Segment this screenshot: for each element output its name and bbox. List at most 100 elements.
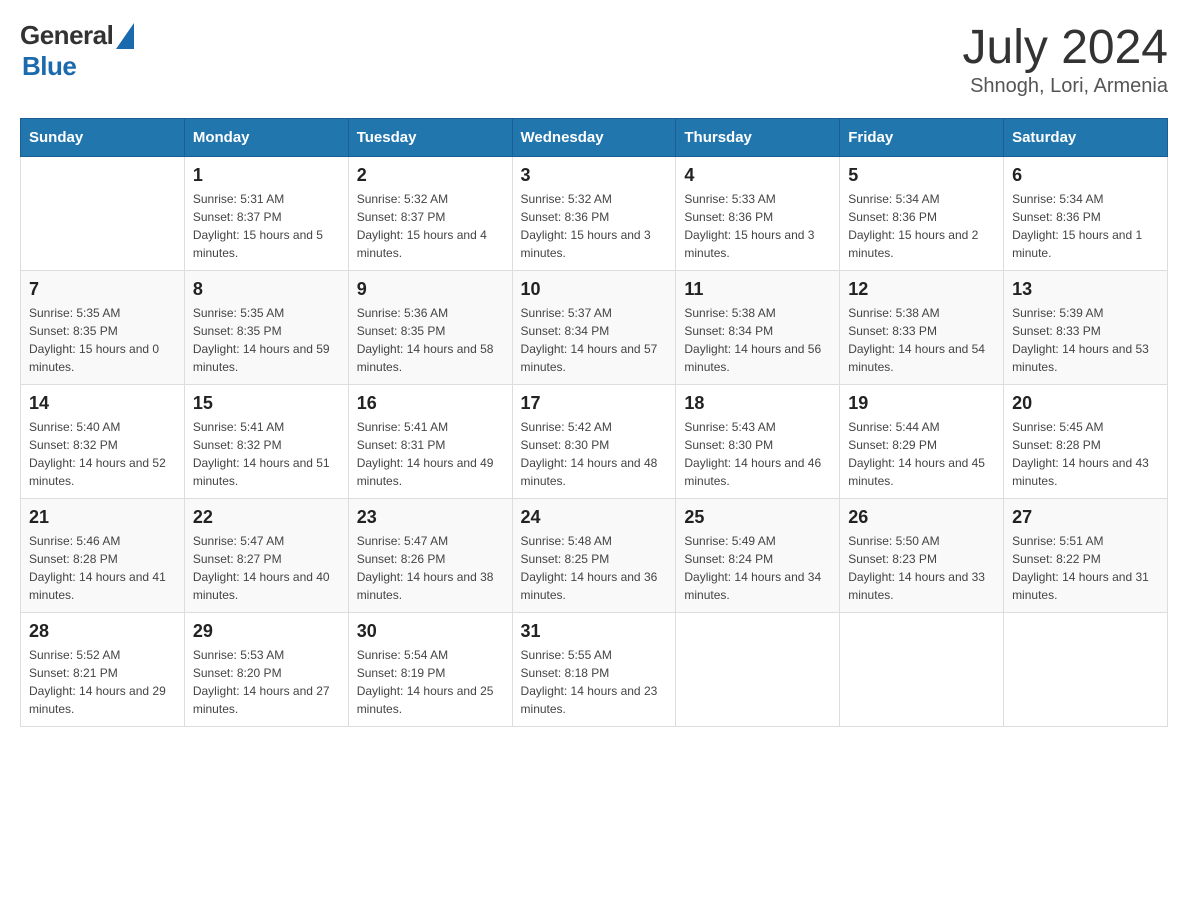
day-number: 28 <box>29 621 176 642</box>
day-info: Sunrise: 5:54 AMSunset: 8:19 PMDaylight:… <box>357 646 504 718</box>
calendar-cell: 31 Sunrise: 5:55 AMSunset: 8:18 PMDayligh… <box>512 613 676 727</box>
day-number: 31 <box>521 621 668 642</box>
day-number: 18 <box>684 393 831 414</box>
day-number: 4 <box>684 165 831 186</box>
day-info: Sunrise: 5:47 AMSunset: 8:27 PMDaylight:… <box>193 532 340 604</box>
title-section: July 2024 Shnogh, Lori, Armenia <box>963 20 1168 98</box>
calendar-cell: 28Sunrise: 5:52 AMSunset: 8:21 PMDayligh… <box>21 613 185 727</box>
calendar-cell: 16 Sunrise: 5:41 AMSunset: 8:31 PMDayligh… <box>348 385 512 499</box>
day-info: Sunrise: 5:31 AMSunset: 8:37 PMDaylight:… <box>193 190 340 262</box>
logo-general-text: General <box>20 20 113 51</box>
day-info: Sunrise: 5:34 AMSunset: 8:36 PMDaylight:… <box>1012 190 1159 262</box>
calendar-cell: 1 Sunrise: 5:31 AMSunset: 8:37 PMDaylight… <box>184 157 348 271</box>
day-number: 2 <box>357 165 504 186</box>
calendar-week-row: 7Sunrise: 5:35 AMSunset: 8:35 PMDaylight… <box>21 271 1168 385</box>
calendar-cell: 21 Sunrise: 5:46 AMSunset: 8:28 PMDayligh… <box>21 499 185 613</box>
calendar-cell: 6 Sunrise: 5:34 AMSunset: 8:36 PMDaylight… <box>1004 157 1168 271</box>
day-info: Sunrise: 5:38 AMSunset: 8:34 PMDaylight:… <box>684 304 831 376</box>
day-info: Sunrise: 5:36 AMSunset: 8:35 PMDaylight:… <box>357 304 504 376</box>
calendar-cell: 15 Sunrise: 5:41 AMSunset: 8:32 PMDayligh… <box>184 385 348 499</box>
calendar-cell: 4 Sunrise: 5:33 AMSunset: 8:36 PMDaylight… <box>676 157 840 271</box>
calendar-cell: 23 Sunrise: 5:47 AMSunset: 8:26 PMDayligh… <box>348 499 512 613</box>
day-info: Sunrise: 5:37 AMSunset: 8:34 PMDaylight:… <box>521 304 668 376</box>
day-number: 27 <box>1012 507 1159 528</box>
calendar-cell <box>676 613 840 727</box>
logo-blue-text: Blue <box>22 51 76 82</box>
calendar-header-row: SundayMondayTuesdayWednesdayThursdayFrid… <box>21 119 1168 157</box>
day-info: Sunrise: 5:43 AMSunset: 8:30 PMDaylight:… <box>684 418 831 490</box>
day-number: 16 <box>357 393 504 414</box>
calendar-day-header: Saturday <box>1004 119 1168 157</box>
calendar-day-header: Sunday <box>21 119 185 157</box>
location-title: Shnogh, Lori, Armenia <box>963 75 1168 98</box>
calendar-cell: 26 Sunrise: 5:50 AMSunset: 8:23 PMDayligh… <box>840 499 1004 613</box>
day-number: 29 <box>193 621 340 642</box>
calendar-week-row: 28Sunrise: 5:52 AMSunset: 8:21 PMDayligh… <box>21 613 1168 727</box>
calendar-cell: 13 Sunrise: 5:39 AMSunset: 8:33 PMDayligh… <box>1004 271 1168 385</box>
day-info: Sunrise: 5:53 AMSunset: 8:20 PMDaylight:… <box>193 646 340 718</box>
day-number: 20 <box>1012 393 1159 414</box>
day-number: 8 <box>193 279 340 300</box>
logo: General Blue <box>20 20 134 82</box>
calendar-cell: 10 Sunrise: 5:37 AMSunset: 8:34 PMDayligh… <box>512 271 676 385</box>
calendar-cell: 11Sunrise: 5:38 AMSunset: 8:34 PMDayligh… <box>676 271 840 385</box>
calendar-day-header: Friday <box>840 119 1004 157</box>
calendar-day-header: Wednesday <box>512 119 676 157</box>
day-info: Sunrise: 5:49 AMSunset: 8:24 PMDaylight:… <box>684 532 831 604</box>
day-info: Sunrise: 5:32 AMSunset: 8:37 PMDaylight:… <box>357 190 504 262</box>
calendar-cell <box>840 613 1004 727</box>
calendar-cell: 12 Sunrise: 5:38 AMSunset: 8:33 PMDayligh… <box>840 271 1004 385</box>
calendar-cell: 29 Sunrise: 5:53 AMSunset: 8:20 PMDayligh… <box>184 613 348 727</box>
day-number: 22 <box>193 507 340 528</box>
day-number: 30 <box>357 621 504 642</box>
day-number: 5 <box>848 165 995 186</box>
calendar-cell: 19Sunrise: 5:44 AMSunset: 8:29 PMDayligh… <box>840 385 1004 499</box>
day-number: 7 <box>29 279 176 300</box>
month-title: July 2024 <box>963 20 1168 75</box>
day-number: 14 <box>29 393 176 414</box>
day-info: Sunrise: 5:48 AMSunset: 8:25 PMDaylight:… <box>521 532 668 604</box>
day-info: Sunrise: 5:51 AMSunset: 8:22 PMDaylight:… <box>1012 532 1159 604</box>
calendar-cell: 30 Sunrise: 5:54 AMSunset: 8:19 PMDayligh… <box>348 613 512 727</box>
day-info: Sunrise: 5:46 AMSunset: 8:28 PMDaylight:… <box>29 532 176 604</box>
day-number: 15 <box>193 393 340 414</box>
calendar-cell <box>1004 613 1168 727</box>
calendar-cell: 17Sunrise: 5:42 AMSunset: 8:30 PMDayligh… <box>512 385 676 499</box>
calendar-week-row: 1 Sunrise: 5:31 AMSunset: 8:37 PMDaylight… <box>21 157 1168 271</box>
day-number: 6 <box>1012 165 1159 186</box>
day-number: 10 <box>521 279 668 300</box>
day-info: Sunrise: 5:44 AMSunset: 8:29 PMDaylight:… <box>848 418 995 490</box>
day-info: Sunrise: 5:39 AMSunset: 8:33 PMDaylight:… <box>1012 304 1159 376</box>
calendar-table: SundayMondayTuesdayWednesdayThursdayFrid… <box>20 118 1168 727</box>
day-info: Sunrise: 5:47 AMSunset: 8:26 PMDaylight:… <box>357 532 504 604</box>
day-number: 26 <box>848 507 995 528</box>
logo-triangle-icon <box>116 23 134 49</box>
day-number: 3 <box>521 165 668 186</box>
calendar-day-header: Monday <box>184 119 348 157</box>
day-info: Sunrise: 5:50 AMSunset: 8:23 PMDaylight:… <box>848 532 995 604</box>
calendar-cell <box>21 157 185 271</box>
calendar-cell: 25 Sunrise: 5:49 AMSunset: 8:24 PMDayligh… <box>676 499 840 613</box>
calendar-week-row: 21 Sunrise: 5:46 AMSunset: 8:28 PMDayligh… <box>21 499 1168 613</box>
day-info: Sunrise: 5:33 AMSunset: 8:36 PMDaylight:… <box>684 190 831 262</box>
calendar-cell: 18 Sunrise: 5:43 AMSunset: 8:30 PMDayligh… <box>676 385 840 499</box>
day-info: Sunrise: 5:45 AMSunset: 8:28 PMDaylight:… <box>1012 418 1159 490</box>
calendar-cell: 3 Sunrise: 5:32 AMSunset: 8:36 PMDaylight… <box>512 157 676 271</box>
day-number: 12 <box>848 279 995 300</box>
day-info: Sunrise: 5:55 AMSunset: 8:18 PMDaylight:… <box>521 646 668 718</box>
calendar-cell: 8Sunrise: 5:35 AMSunset: 8:35 PMDaylight… <box>184 271 348 385</box>
calendar-cell: 7Sunrise: 5:35 AMSunset: 8:35 PMDaylight… <box>21 271 185 385</box>
calendar-day-header: Thursday <box>676 119 840 157</box>
calendar-cell: 5Sunrise: 5:34 AMSunset: 8:36 PMDaylight… <box>840 157 1004 271</box>
day-info: Sunrise: 5:38 AMSunset: 8:33 PMDaylight:… <box>848 304 995 376</box>
day-number: 13 <box>1012 279 1159 300</box>
page-header: General Blue July 2024 Shnogh, Lori, Arm… <box>20 20 1168 98</box>
day-number: 25 <box>684 507 831 528</box>
day-number: 21 <box>29 507 176 528</box>
day-info: Sunrise: 5:40 AMSunset: 8:32 PMDaylight:… <box>29 418 176 490</box>
day-info: Sunrise: 5:41 AMSunset: 8:32 PMDaylight:… <box>193 418 340 490</box>
day-number: 1 <box>193 165 340 186</box>
day-info: Sunrise: 5:32 AMSunset: 8:36 PMDaylight:… <box>521 190 668 262</box>
day-number: 23 <box>357 507 504 528</box>
day-info: Sunrise: 5:41 AMSunset: 8:31 PMDaylight:… <box>357 418 504 490</box>
